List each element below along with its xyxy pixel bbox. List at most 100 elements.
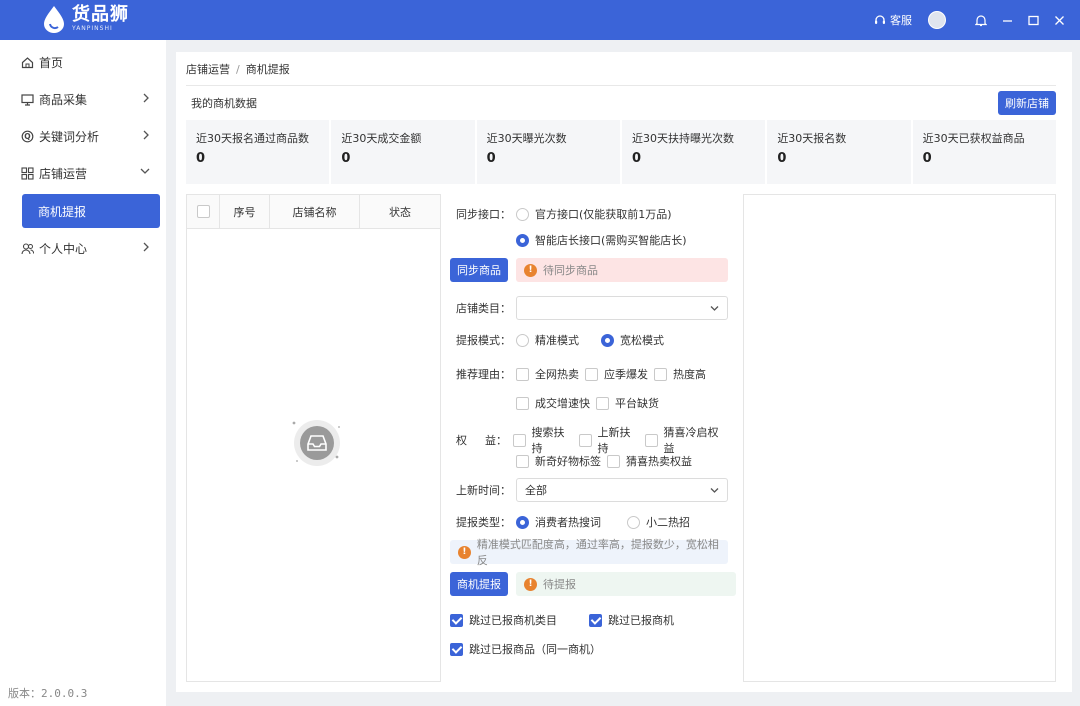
benefit-row: 权益： 搜索扶持 上新扶持 猜喜冷启权益 — [450, 424, 740, 456]
stat-card: 近30天报名通过商品数 0 — [186, 120, 330, 184]
sidebar-item-label: 首页 — [39, 55, 64, 70]
grid-icon — [20, 166, 34, 180]
refresh-store-button[interactable]: 刷新店铺 — [998, 91, 1056, 115]
stat-label: 近30天曝光次数 — [486, 132, 567, 145]
headset-icon — [875, 15, 885, 24]
category-label: 店铺类目： — [456, 302, 511, 315]
sidebar-item-product-collect[interactable]: 商品采集 — [0, 81, 166, 117]
stat-value: 0 — [196, 151, 206, 166]
select-all-checkbox[interactable] — [187, 195, 220, 228]
empty-inbox-icon — [287, 417, 347, 467]
breadcrumb-current: 商机提报 — [245, 63, 290, 76]
benefit-label: 权益： — [456, 434, 507, 447]
checkbox-skip-category[interactable]: 跳过已报商机类目 — [450, 612, 557, 628]
warning-icon: ! — [458, 545, 471, 559]
benefit-row-2: 新奇好物标签 猜喜热卖权益 — [516, 453, 706, 469]
radio-consumer-hot-search[interactable]: 消费者热搜词 — [516, 514, 601, 530]
checkbox-cold-start-benefit[interactable]: 猜喜冷启权益 — [645, 424, 726, 456]
sidebar-item-keyword-analysis[interactable]: Q 关键词分析 — [0, 118, 166, 154]
maximize-icon[interactable] — [1020, 15, 1046, 26]
radio-smart-manager-api[interactable]: 智能店长接口(需购买智能店长) — [516, 232, 687, 248]
new-time-label: 上新时间： — [456, 484, 511, 497]
svg-text:Q: Q — [24, 132, 30, 141]
skip-row: 跳过已报商机类目 跳过已报商机 — [450, 612, 688, 628]
customer-service-button[interactable]: 客服 — [874, 12, 912, 28]
result-panel — [743, 194, 1056, 682]
sidebar-subitem-opportunity-report[interactable]: 商机提报 — [22, 194, 160, 228]
report-row: 商机提报 ! 待提报 — [450, 572, 736, 596]
checkbox-platform-shortage[interactable]: 平台缺货 — [596, 395, 659, 411]
sync-api-label: 同步接口： — [456, 208, 511, 221]
checkbox-new-support[interactable]: 上新扶持 — [579, 424, 639, 456]
radio-label: 小二热招 — [646, 516, 690, 529]
checkbox-high-heat[interactable]: 热度高 — [654, 366, 706, 382]
sidebar-item-home[interactable]: 首页 — [0, 44, 166, 80]
breadcrumb-separator: / — [236, 63, 240, 76]
submit-report-button[interactable]: 商机提报 — [450, 572, 508, 596]
checkbox-novelty-tag[interactable]: 新奇好物标签 — [516, 453, 601, 469]
column-header-store-name: 店铺名称 — [270, 195, 360, 228]
sync-products-button[interactable]: 同步商品 — [450, 258, 508, 282]
stat-card: 近30天曝光次数 0 — [476, 120, 620, 184]
new-time-row: 上新时间： 全部 — [450, 478, 728, 502]
reason-label: 推荐理由： — [456, 368, 511, 381]
report-status-text: 待提报 — [543, 578, 576, 591]
radio-label: 消费者热搜词 — [535, 516, 601, 529]
checkbox-label: 跳过已报商品（同一商机） — [469, 643, 601, 656]
stat-label: 近30天成交金额 — [341, 132, 422, 145]
sync-api-row: 同步接口： 官方接口(仅能获取前1万品) — [450, 206, 686, 222]
stat-label: 近30天已获权益商品 — [922, 132, 1025, 145]
table-header: 序号 店铺名称 状态 — [187, 195, 440, 229]
checkbox-seasonal[interactable]: 应季爆发 — [585, 366, 648, 382]
checkbox-label: 猜喜热卖权益 — [626, 455, 692, 468]
checkbox-fast-growth[interactable]: 成交增速快 — [516, 395, 590, 411]
sidebar-item-store-ops[interactable]: 店铺运营 — [0, 155, 166, 191]
warning-icon: ! — [524, 263, 537, 277]
settings-form: 同步接口： 官方接口(仅能获取前1万品) 智能店长接口(需购买智能店长) 同步商… — [450, 194, 740, 682]
radio-official-api[interactable]: 官方接口(仅能获取前1万品) — [516, 206, 672, 222]
bell-icon[interactable] — [968, 14, 994, 27]
radio-precise-mode[interactable]: 精准模式 — [516, 332, 579, 348]
sidebar-item-label: 商品采集 — [39, 92, 88, 107]
chevron-down-icon — [710, 488, 719, 493]
sync-row: 同步商品 ! 待同步商品 — [450, 258, 728, 282]
reason-row-2: 成交增速快 平台缺货 — [516, 395, 673, 411]
close-icon[interactable] — [1046, 15, 1072, 26]
monitor-icon — [20, 92, 34, 106]
logo: 货品狮 YANPINSHI — [40, 4, 129, 34]
checkbox-skip-opportunity[interactable]: 跳过已报商机 — [589, 612, 674, 628]
checkbox-label: 上新扶持 — [597, 426, 631, 455]
keyword-icon: Q — [20, 129, 34, 143]
mode-tip-text: 精准模式匹配度高，通过率高，提报数少，宽松相反 — [476, 538, 719, 567]
minimize-icon[interactable] — [994, 15, 1020, 26]
breadcrumb-parent[interactable]: 店铺运营 — [186, 63, 230, 76]
radio-label: 宽松模式 — [620, 334, 664, 347]
column-header-index: 序号 — [220, 195, 270, 228]
sidebar-item-personal-center[interactable]: 个人中心 — [0, 230, 166, 266]
stat-value: 0 — [486, 151, 496, 166]
new-time-select[interactable]: 全部 — [516, 478, 728, 502]
checkbox-hot-sale-benefit[interactable]: 猜喜热卖权益 — [607, 453, 692, 469]
checkbox-label: 新奇好物标签 — [535, 455, 601, 468]
sync-status-tip: ! 待同步商品 — [516, 258, 728, 282]
radio-label: 精准模式 — [535, 334, 579, 347]
checkbox-skip-product[interactable]: 跳过已报商品（同一商机） — [450, 641, 601, 657]
stat-card: 近30天成交金额 0 — [331, 120, 475, 184]
avatar[interactable] — [928, 11, 946, 29]
main-panel: 店铺运营 / 商机提报 我的商机数据 刷新店铺 近30天报名通过商品数 0 近30天成… — [176, 52, 1072, 692]
store-table: 序号 店铺名称 状态 — [186, 194, 441, 682]
mode-row: 提报模式： 精准模式 宽松模式 — [450, 332, 678, 348]
checkbox-hot-sale[interactable]: 全网热卖 — [516, 366, 579, 382]
logo-title: 货品狮 — [72, 4, 129, 25]
category-select[interactable] — [516, 296, 728, 320]
chevron-down-icon — [710, 306, 719, 311]
radio-label: 官方接口(仅能获取前1万品) — [535, 208, 672, 221]
radio-staff-hot-recruit[interactable]: 小二热招 — [627, 514, 690, 530]
checkbox-search-support[interactable]: 搜索扶持 — [513, 424, 573, 456]
customer-service-label: 客服 — [890, 14, 912, 27]
home-icon — [20, 55, 34, 69]
radio-loose-mode[interactable]: 宽松模式 — [601, 332, 664, 348]
divider — [186, 85, 1056, 86]
chevron-down-icon — [140, 168, 150, 174]
checkbox-label: 跳过已报商机类目 — [469, 614, 557, 627]
